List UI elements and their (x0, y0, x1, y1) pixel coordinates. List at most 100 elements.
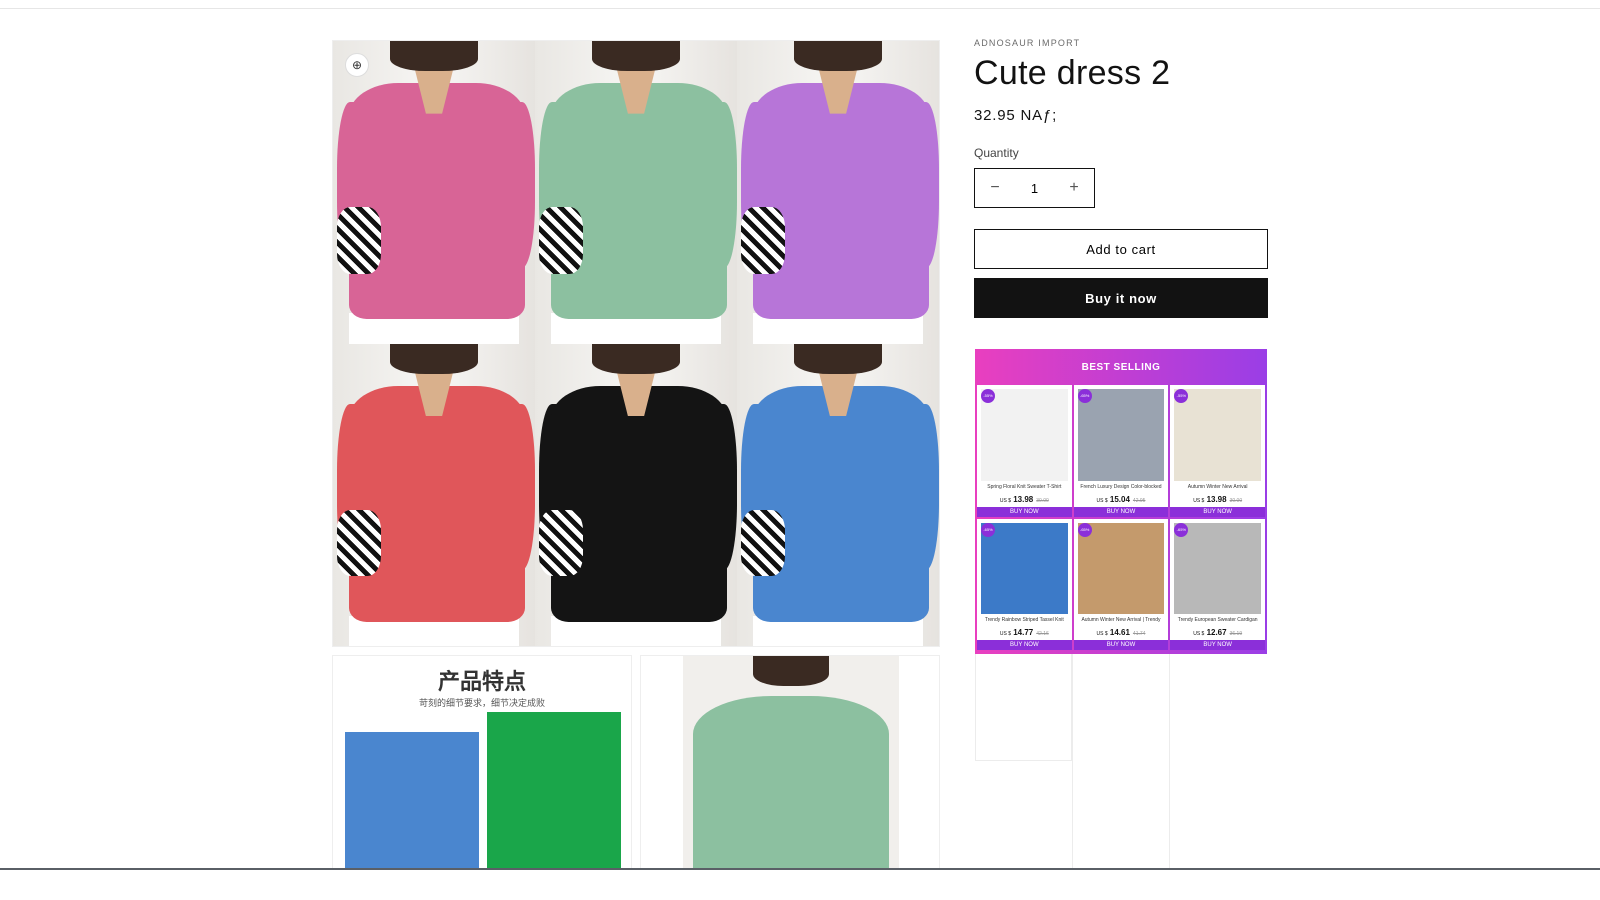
promo-old-price: 30.00 (1229, 497, 1243, 504)
promo-buy-now-button[interactable]: BUY NOW (1170, 640, 1265, 650)
column-line (1169, 654, 1170, 868)
product-main-image[interactable]: ⊕ (332, 40, 940, 647)
promo-buy-now-button[interactable]: BUY NOW (1073, 640, 1169, 650)
promo-price-line: US $ 15.04 42.95 (1074, 493, 1169, 507)
promo-price: 14.61 (1109, 628, 1130, 637)
product-info: ADNOSAUR IMPORT Cute dress 2 32.95 NAƒ; … (974, 38, 1268, 318)
promo-card[interactable]: -65% Autumn Winter New Arrival | Trendy US… (1073, 518, 1169, 650)
promo-thumb (981, 389, 1068, 481)
tile-shirt (551, 385, 727, 622)
gallery-tile (737, 41, 939, 344)
promo-card[interactable]: -65% Trendy European Sweater Cardigan US $… (1170, 518, 1265, 650)
promo-price-line: US $ 12.67 36.19 (1170, 626, 1265, 640)
promo-thumb (1174, 389, 1261, 481)
feature-photo-blue (345, 732, 479, 868)
viewport-bottom-border (0, 868, 1600, 870)
quantity-input[interactable] (1014, 180, 1055, 196)
feature-photo-green (487, 712, 621, 868)
second-photo-hair (753, 656, 829, 686)
promo-old-price: 41.74 (1132, 631, 1146, 637)
tile-scarf (539, 509, 584, 577)
promo-card[interactable]: -65% Trendy Rainbow Striped Tassel Knit US… (977, 518, 1072, 650)
best-selling-heading: BEST SELLING (1081, 362, 1161, 373)
quantity-label: Quantity (974, 146, 1019, 160)
tile-scarf (337, 509, 382, 577)
promo-price-line: US $ 13.98 30.00 (977, 493, 1072, 507)
discount-badge: -65% (1174, 522, 1189, 537)
promo-card[interactable]: -55% Autumn Winter New Arrival US $ 13.98 3… (1170, 385, 1265, 517)
buy-now-button[interactable]: Buy it now (974, 278, 1268, 318)
promo-price-line: US $ 13.98 30.00 (1170, 493, 1265, 507)
gallery-tile (535, 41, 737, 344)
promo-buy-now-button[interactable]: BUY NOW (1073, 506, 1169, 517)
tile-scarf (741, 207, 786, 274)
promo-product-name: Trendy Rainbow Striped Tassel Knit (984, 617, 1064, 623)
promo-card[interactable]: -65% French Luxury Design Color-blocked US… (1073, 385, 1169, 517)
tile-shirt (349, 83, 525, 320)
promo-price: 15.04 (1109, 494, 1130, 504)
second-photo-shirt (693, 696, 889, 868)
increase-quantity-button[interactable]: + (1060, 174, 1088, 202)
tile-hair (793, 41, 883, 72)
feature-subtitle: 苛刻的细节要求，细节决定成败 (418, 699, 545, 709)
promo-thumb (1077, 522, 1165, 614)
tile-shirt (753, 385, 929, 622)
tile-hair (591, 41, 681, 72)
gallery-tile (535, 343, 737, 646)
promo-thumb (1174, 522, 1261, 614)
promo-currency: US $ (1193, 631, 1205, 637)
discount-badge: -65% (1077, 389, 1092, 403)
feature-title: 产品特点 (437, 670, 526, 695)
product-feature-image[interactable]: 产品特点 苛刻的细节要求，细节决定成败 (332, 655, 632, 868)
zoom-icon[interactable]: ⊕ (345, 53, 369, 77)
promo-price: 13.98 (1206, 494, 1227, 504)
tile-scarf (539, 207, 584, 274)
promo-old-price: 42.16 (1036, 631, 1049, 637)
tile-scarf (741, 509, 786, 577)
product-price: 32.95 NAƒ; (974, 107, 1058, 124)
promo-old-price: 42.95 (1132, 497, 1146, 504)
quantity-stepper: − + (974, 168, 1095, 208)
promo-price-line: US $ 14.77 42.16 (977, 626, 1072, 640)
discount-badge: -65% (1077, 522, 1092, 537)
decrease-quantity-button[interactable]: − (981, 174, 1009, 202)
best-selling-grid: -55% Spring Floral Knit Sweater T-Shirt US… (977, 385, 1265, 650)
tile-shirt (349, 385, 525, 622)
column-line (1072, 654, 1073, 868)
gallery-tile (333, 41, 535, 344)
promo-product-name: Autumn Winter New Arrival (1187, 483, 1248, 490)
promo-price: 12.67 (1206, 628, 1227, 637)
gallery-tile (333, 343, 535, 646)
promo-buy-now-button[interactable]: BUY NOW (1170, 506, 1265, 517)
product-gallery: ⊕ 产品特点 苛刻的细节要求，细节决定成败 (332, 40, 940, 868)
promo-buy-now-button[interactable]: BUY NOW (977, 640, 1072, 650)
promo-thumb (981, 522, 1068, 614)
tile-hair (389, 343, 479, 374)
tile-hair (793, 343, 883, 374)
promo-old-price: 36.19 (1229, 631, 1243, 637)
promo-price-line: US $ 14.61 41.74 (1074, 626, 1169, 640)
promo-thumb (1077, 389, 1165, 481)
gallery-tile (737, 343, 939, 646)
promo-price: 13.98 (1013, 494, 1034, 504)
promo-currency: US $ (1096, 497, 1108, 504)
header-divider (0, 8, 1600, 9)
product-second-image[interactable] (640, 655, 940, 868)
promo-old-price: 30.00 (1036, 497, 1049, 504)
promo-currency: US $ (1096, 631, 1108, 637)
promo-currency: US $ (999, 497, 1011, 504)
promo-product-name: Trendy European Sweater Cardigan (1177, 617, 1258, 623)
add-to-cart-button[interactable]: Add to cart (974, 229, 1268, 269)
promo-price: 14.77 (1013, 628, 1034, 637)
promo-product-name: French Luxury Design Color-blocked (1080, 483, 1162, 490)
best-selling-banner[interactable]: BEST SELLING -55% Spring Floral Knit Swea… (975, 349, 1267, 654)
promo-currency: US $ (1193, 497, 1205, 504)
tile-shirt (753, 83, 929, 320)
promo-product-name: Spring Floral Knit Sweater T-Shirt (987, 483, 1062, 490)
product-title: Cute dress 2 (974, 54, 1171, 92)
promo-card[interactable]: -55% Spring Floral Knit Sweater T-Shirt US… (977, 385, 1072, 517)
promo-buy-now-button[interactable]: BUY NOW (977, 506, 1072, 517)
tile-scarf (337, 207, 382, 274)
promo-column-box (975, 654, 1072, 761)
tile-shirt (551, 83, 727, 320)
